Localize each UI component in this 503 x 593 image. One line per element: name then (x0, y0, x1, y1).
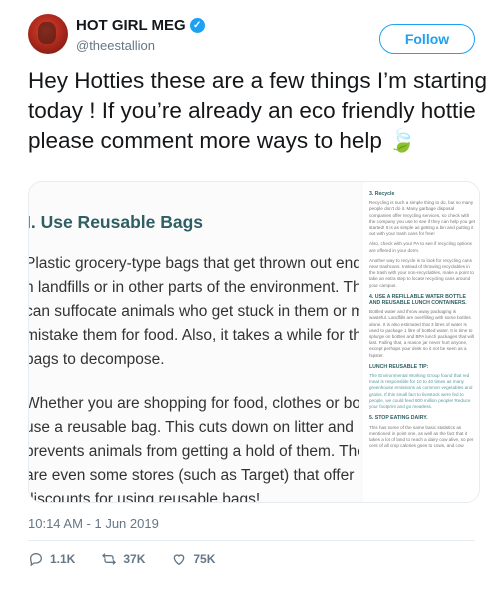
doc-heading-water-bottle: 4. USE A REFILLABLE WATER BOTTLE AND REU… (369, 293, 467, 307)
reply-button[interactable]: 1.1K (28, 551, 75, 567)
doc-paragraph: Also, check with your PA to see if recyc… (369, 241, 472, 253)
doc-paragraph: This has some of the same basic statisti… (369, 424, 474, 449)
doc-line: Whether you are shopping for food, cloth… (29, 395, 359, 412)
document-page-left: I. Use Reusable Bags Plastic grocery-typ… (29, 182, 359, 503)
display-name[interactable]: HOT GIRL MEG ✓ (76, 17, 205, 34)
reply-icon (29, 552, 43, 567)
user-handle[interactable]: @theestallion (76, 38, 155, 53)
retweet-button[interactable]: 37K (101, 551, 145, 567)
like-count: 75K (193, 552, 216, 566)
doc-line: prevents animals from getting a hold of … (29, 443, 359, 460)
tweet-actions: 1.1K 37K 75K (28, 551, 215, 567)
tweet-body: Hey Hotties these are a few things I’m s… (28, 68, 487, 153)
doc-line: discounts for using reusable bags! (29, 491, 261, 503)
retweet-count: 37K (123, 552, 146, 566)
avatar[interactable] (28, 14, 68, 54)
display-name-text[interactable]: HOT GIRL MEG (76, 17, 186, 34)
divider (28, 540, 475, 541)
heart-icon (174, 554, 185, 566)
doc-paragraph: Another way to recycle is to look for re… (369, 257, 474, 288)
follow-button[interactable]: Follow (379, 24, 475, 54)
doc-paragraph: Bottled water and throw away packaging i… (369, 309, 474, 358)
doc-paragraph: Recycling is such a simple thing to do, … (369, 200, 475, 237)
leaf-emoji-icon: 🍃 (388, 128, 417, 153)
doc-heading-lunch-tip: LUNCH REUSABLE TIP: (369, 363, 429, 370)
like-button[interactable]: 75K (171, 551, 215, 567)
tweet-timestamp[interactable]: 10:14 AM - 1 Jun 2019 (28, 516, 159, 531)
document-page-right: 3. Recycle Recycling is such a simple th… (363, 182, 479, 502)
doc-paragraph: The Environmental Working Group found th… (369, 373, 473, 410)
doc-line: use a reusable bag. This cuts down on li… (29, 419, 354, 436)
doc-line: bags to decompose. (29, 351, 165, 368)
tweet-text: Hey Hotties these are a few things I’m s… (28, 66, 488, 156)
doc-line: n landfills or in other parts of the env… (29, 279, 359, 296)
doc-line: are even some stores (such as Target) th… (29, 467, 355, 484)
doc-heading-stop-dairy: 5. STOP EATING DAIRY. (369, 415, 428, 422)
retweet-icon (102, 553, 117, 565)
verified-badge-icon: ✓ (189, 18, 205, 33)
doc-line: mistake them for food. Also, it takes a … (29, 327, 359, 344)
doc-heading-recycle: 3. Recycle (369, 191, 395, 197)
doc-line: Plastic grocery-type bags that get throw… (29, 255, 359, 272)
doc-heading-reusable-bags: I. Use Reusable Bags (29, 212, 204, 232)
reply-count: 1.1K (50, 552, 76, 566)
tweet-media-image[interactable]: I. Use Reusable Bags Plastic grocery-typ… (28, 181, 480, 503)
doc-line: can suffocate animals who get stuck in t… (29, 303, 359, 320)
